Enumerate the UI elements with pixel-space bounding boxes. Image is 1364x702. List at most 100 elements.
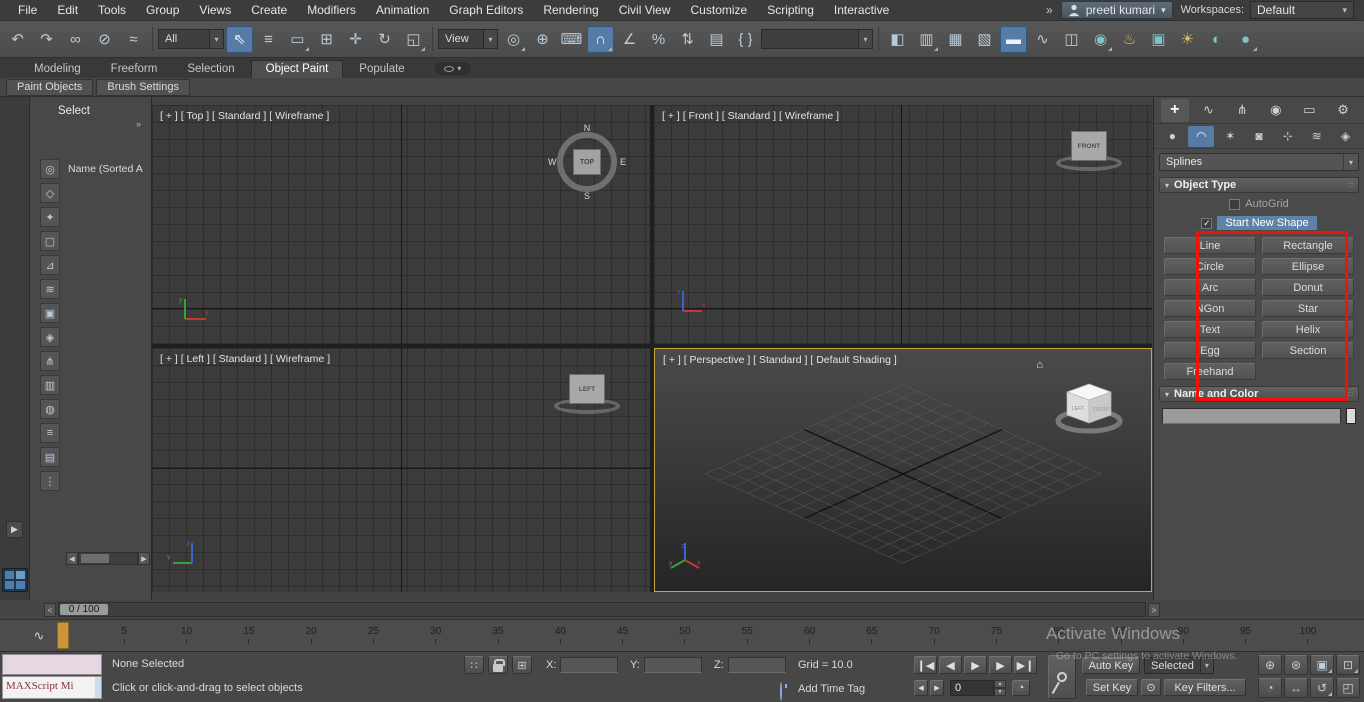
adaptive-degradation-icon[interactable]: ∷ — [464, 656, 484, 674]
go-to-end-button[interactable]: ▶❙ — [1014, 656, 1037, 674]
named-selection-sets-dropdown[interactable]: ▾ — [761, 29, 873, 49]
workspace-dropdown[interactable]: Default ▾ — [1250, 1, 1354, 19]
menu-item-file[interactable]: File — [8, 0, 47, 21]
menu-item-create[interactable]: Create — [241, 0, 297, 21]
toggle-scene-explorer-icon[interactable]: ▦ — [942, 26, 969, 53]
schematic-view-icon[interactable]: ◫ — [1058, 26, 1085, 53]
autogrid-checkbox[interactable] — [1229, 198, 1241, 210]
splines-dropdown[interactable]: Splines ▾ — [1159, 153, 1359, 171]
zoom-region-icon[interactable]: ⊡ — [1336, 655, 1360, 675]
ribbon-tab-object-paint[interactable]: Object Paint — [250, 60, 344, 78]
helpers-category-icon[interactable]: ⊹ — [1275, 126, 1301, 147]
selection-lock-icon[interactable] — [488, 656, 508, 674]
menu-item-animation[interactable]: Animation — [366, 0, 439, 21]
donut-button[interactable]: Donut — [1262, 279, 1354, 296]
menu-item-scripting[interactable]: Scripting — [757, 0, 824, 21]
maxscript-mini-listener[interactable]: MAXScript Mi — [2, 676, 102, 699]
line-button[interactable]: Line — [1164, 237, 1256, 254]
menu-item-edit[interactable]: Edit — [47, 0, 88, 21]
shapes-category-icon[interactable]: ◠ — [1188, 125, 1215, 147]
open-mini-curve-editor-icon[interactable]: ∿ — [30, 627, 48, 645]
filter-xrefs-icon[interactable]: ◈ — [40, 327, 60, 347]
field-of-view-icon[interactable]: ◔ — [1258, 678, 1282, 698]
motion-tab-icon[interactable]: ◉ — [1262, 99, 1290, 122]
menu-item-group[interactable]: Group — [136, 0, 189, 21]
scrollbar-thumb[interactable] — [81, 554, 109, 563]
viewcube-perspective[interactable]: LEFT FRONT — [1043, 371, 1135, 443]
zoom-all-icon[interactable]: ⊛ — [1284, 655, 1308, 675]
name-and-color-rollout-header[interactable]: ▾ Name and Color ∷ — [1159, 386, 1359, 402]
current-frame-value[interactable]: 0 — [950, 680, 994, 696]
time-slider-right-arrow[interactable]: > — [1148, 603, 1160, 617]
select-and-rotate-icon[interactable]: ↻ — [371, 26, 398, 53]
time-slider-left-arrow[interactable]: < — [44, 603, 56, 617]
angle-snap-icon[interactable]: ∠ — [616, 26, 643, 53]
edit-named-selection-sets-icon[interactable]: ▤ — [703, 26, 730, 53]
viewport-top[interactable]: [ + ] [ Top ] [ Standard ] [ Wireframe ]… — [152, 105, 650, 344]
previous-frame-step-button[interactable]: ◀ — [914, 680, 928, 696]
y-coordinate-field[interactable] — [644, 657, 702, 673]
viewcube-face[interactable]: FRONT — [1071, 131, 1107, 161]
menu-overflow-chevrons[interactable]: » — [1046, 3, 1053, 17]
material-editor-icon[interactable]: ◉ — [1087, 26, 1114, 53]
menu-item-interactive[interactable]: Interactive — [824, 0, 899, 21]
viewport-front[interactable]: [ + ] [ Front ] [ Standard ] [ Wireframe… — [654, 105, 1152, 344]
current-frame-marker[interactable] — [57, 622, 69, 649]
ribbon-tab-modeling[interactable]: Modeling — [20, 61, 95, 78]
lighting-analysis-icon[interactable]: ☀ — [1174, 26, 1201, 53]
select-and-scale-icon[interactable]: ◱ — [400, 26, 427, 53]
next-frame-step-button[interactable]: ▶ — [930, 680, 944, 696]
keyboard-shortcut-override-icon[interactable]: ⌨ — [558, 26, 585, 53]
selection-filter-dropdown[interactable]: All ▾ — [158, 29, 224, 49]
filter-shapes-icon[interactable]: ◇ — [40, 183, 60, 203]
hierarchy-tab-icon[interactable]: ⋔ — [1228, 99, 1256, 122]
window-crossing-icon[interactable]: ⊞ — [313, 26, 340, 53]
viewcube-top[interactable]: TOP N W S E — [548, 123, 626, 201]
modify-tab-icon[interactable]: ∿ — [1194, 99, 1222, 122]
key-selection-icon[interactable]: ⊙ — [1141, 679, 1161, 696]
panel-chevrons-icon[interactable]: » — [136, 119, 141, 129]
select-by-name-icon[interactable]: ≡ — [255, 26, 282, 53]
redo-icon[interactable]: ↷ — [33, 26, 60, 53]
x-coordinate-field[interactable] — [560, 657, 618, 673]
menu-item-tools[interactable]: Tools — [88, 0, 136, 21]
track-bar[interactable]: ∿ 05101520253035404550556065707580859095… — [0, 620, 1364, 652]
zoom-icon[interactable]: ⊕ — [1258, 655, 1282, 675]
object-name-field[interactable] — [1162, 408, 1341, 424]
time-slider-track[interactable]: 0 / 100 — [58, 602, 1146, 617]
select-object-icon[interactable]: ⇖ — [226, 25, 253, 53]
name-column-header[interactable]: Name (Sorted A — [68, 163, 150, 175]
curve-editor-icon[interactable]: ∿ — [1029, 26, 1056, 53]
menu-item-graph-editors[interactable]: Graph Editors — [439, 0, 533, 21]
display-mode-icon[interactable]: ▤ — [40, 447, 60, 467]
egg-button[interactable]: Egg — [1164, 342, 1256, 359]
absolute-mode-toggle-icon[interactable]: ⊞ — [512, 656, 532, 674]
go-to-start-button[interactable]: ❙◀ — [914, 656, 937, 674]
select-and-move-icon[interactable]: ✛ — [342, 26, 369, 53]
start-new-shape-checkbox[interactable]: ✓ — [1201, 217, 1213, 229]
ribbon-subtab-brush-settings[interactable]: Brush Settings — [96, 78, 190, 96]
rendered-frame-window-icon[interactable]: ▣ — [1145, 26, 1172, 53]
viewport-perspective[interactable]: [ + ] [ Perspective ] [ Standard ] [ Def… — [654, 348, 1152, 592]
arc-button[interactable]: Arc — [1164, 279, 1256, 296]
spinner-snap-icon[interactable]: ⇅ — [674, 26, 701, 53]
helix-button[interactable]: Helix — [1262, 321, 1354, 338]
systems-category-icon[interactable]: ◈ — [1332, 126, 1358, 147]
viewport-left-label[interactable]: [ + ] [ Left ] [ Standard ] [ Wireframe … — [160, 353, 330, 365]
maxscript-mini-listener-pink[interactable] — [2, 654, 102, 675]
pan-icon[interactable]: ↔ — [1284, 678, 1308, 698]
set-key-button[interactable]: Set Key — [1086, 679, 1138, 696]
select-and-manipulate-icon[interactable]: ⊕ — [529, 26, 556, 53]
ribbon-tab-selection[interactable]: Selection — [173, 61, 248, 78]
selection-region-icon[interactable]: ▭ — [284, 26, 311, 53]
key-mode-toggle-icon[interactable]: ◔ — [1012, 680, 1030, 696]
display-tab-icon[interactable]: ▭ — [1295, 99, 1323, 122]
auto-key-button[interactable]: Auto Key — [1082, 657, 1140, 674]
text-button[interactable]: Text — [1164, 321, 1256, 338]
undo-icon[interactable]: ↶ — [4, 26, 31, 53]
orbit-icon[interactable]: ↺ — [1310, 678, 1334, 698]
ribbon-tab-freeform[interactable]: Freeform — [97, 61, 172, 78]
object-type-rollout-header[interactable]: ▾ Object Type ∷ — [1159, 177, 1359, 193]
filter-materials-icon[interactable]: ◍ — [40, 399, 60, 419]
render-setup-icon[interactable]: ♨ — [1116, 26, 1143, 53]
